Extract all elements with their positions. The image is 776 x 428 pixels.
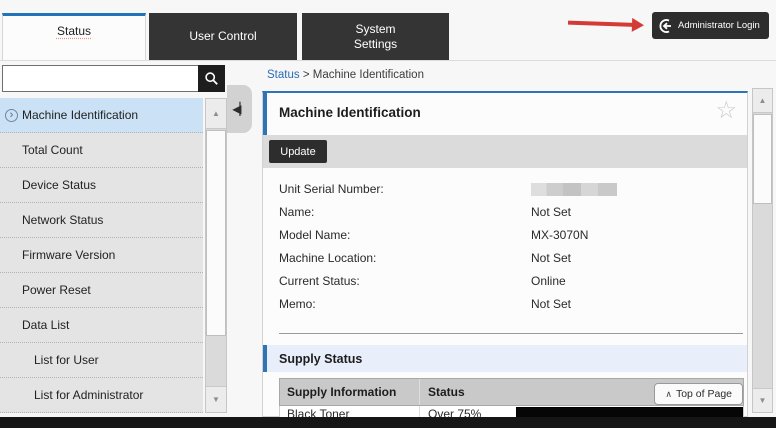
sidebar-item-label: Firmware Version [22,248,115,262]
field-name: Name: Not Set [279,202,737,225]
top-of-page-label: Top of Page [676,388,732,400]
field-value: Not Set [531,205,571,219]
breadcrumb-status-link[interactable]: Status [267,69,300,81]
field-model-name: Model Name: MX-3070N [279,225,737,248]
breadcrumb-separator: > [303,69,310,81]
field-label: Model Name: [279,228,350,242]
sidebar-item-label: Power Reset [22,283,91,297]
breadcrumb: Status > Machine Identification [267,69,424,81]
login-icon [659,19,673,33]
field-label: Current Status: [279,274,360,288]
search-input[interactable] [2,65,199,92]
scroll-up-icon[interactable]: ▲ [753,89,772,113]
sidebar-item-label: Machine Identification [22,108,138,122]
sidebar-item-label: Total Count [22,143,83,157]
field-unit-serial-number: Unit Serial Number: [279,179,737,202]
tab-user-control[interactable]: User Control [149,13,297,60]
supply-status-title: Supply Status [279,352,362,366]
tab-system-settings-label-line1: System [355,22,395,37]
sidebar-item-label: Network Status [22,213,103,227]
tab-status[interactable]: Status [2,13,146,60]
sidebar-item-network-status[interactable]: Network Status [0,203,203,238]
sidebar-item-label: Device Status [22,178,96,192]
tab-status-label: Status [57,24,91,38]
caret-up-icon: ∧ [665,389,672,400]
redacted-serial-value [531,183,617,196]
tab-system-settings-label-line2: Settings [354,37,397,52]
scroll-down-icon[interactable]: ▼ [753,388,772,412]
field-value: MX-3070N [531,228,588,242]
supply-status-section-header: Supply Status [263,345,747,372]
field-memo: Memo: Not Set [279,294,737,317]
collapse-icon: ◀▏ [232,102,246,116]
device-webadmin-page: Status User Control System Settings Admi… [0,0,776,428]
field-current-status: Current Status: Online [279,271,737,294]
content-scrollbar[interactable]: ▲ ▼ [752,88,773,413]
top-of-page-button[interactable]: ∧ Top of Page [654,383,743,405]
favorite-star-icon[interactable]: ☆ [715,96,737,125]
update-button[interactable]: Update [269,140,327,163]
sidebar-scrollbar[interactable]: ▲ ▼ [205,98,227,413]
tabbar-divider [0,60,776,61]
field-value: Online [531,274,566,288]
toolbar-band: Update [263,135,747,168]
sidebar-item-firmware-version[interactable]: Firmware Version [0,238,203,273]
bottom-black-strip [0,417,776,428]
red-arrow-head [632,18,644,32]
sidebar-item-power-reset[interactable]: Power Reset [0,273,203,308]
sidebar-item-data-list[interactable]: Data List [0,308,203,343]
page-title: Machine Identification [279,105,421,120]
field-label: Name: [279,205,314,219]
sidebar-item-device-status[interactable]: Device Status [0,168,203,203]
scroll-down-icon[interactable]: ▼ [206,386,226,412]
search-icon [204,71,219,86]
red-arrow-annotation [568,16,648,33]
field-value: Not Set [531,297,571,311]
administrator-login-button[interactable]: Administrator Login [652,12,769,39]
field-machine-location: Machine Location: Not Set [279,248,737,271]
field-label: Machine Location: [279,251,376,265]
sidebar-search [2,65,225,92]
column-supply-information: Supply Information [280,379,420,405]
tab-user-control-label: User Control [189,29,256,44]
sidebar-item-label: List for User [34,353,99,367]
sidebar-item-list-for-user[interactable]: List for User [0,343,203,378]
content-scrollbar-thumb[interactable] [753,114,772,204]
panel-title-bar: Machine Identification ☆ [263,93,747,135]
breadcrumb-current: Machine Identification [313,69,424,81]
sidebar-item-label: List for Administrator [34,388,143,402]
machine-info-fields: Unit Serial Number: Name: Not Set Model … [279,179,737,317]
sidebar-item-total-count[interactable]: Total Count [0,133,203,168]
red-arrow-shaft [568,21,634,27]
field-label: Memo: [279,297,316,311]
administrator-login-label: Administrator Login [678,20,760,31]
search-button[interactable] [198,65,225,92]
sidebar-item-label: Data List [22,318,69,332]
selected-chevron-icon: › [5,109,18,122]
machine-identification-panel: Machine Identification ☆ Update Unit Ser… [262,91,748,417]
field-value: Not Set [531,251,571,265]
sidebar-menu: › Machine Identification Total Count Dev… [0,98,203,413]
tab-system-settings[interactable]: System Settings [302,13,449,60]
section-divider [279,333,743,334]
sidebar-scrollbar-thumb[interactable] [206,130,226,336]
scroll-up-icon[interactable]: ▲ [206,99,226,129]
sidebar-item-machine-identification[interactable]: › Machine Identification [0,98,203,133]
sidebar-collapse-handle[interactable]: ◀▏ [227,85,252,133]
field-label: Unit Serial Number: [279,182,384,196]
sidebar-item-list-for-administrator[interactable]: List for Administrator [0,378,203,413]
